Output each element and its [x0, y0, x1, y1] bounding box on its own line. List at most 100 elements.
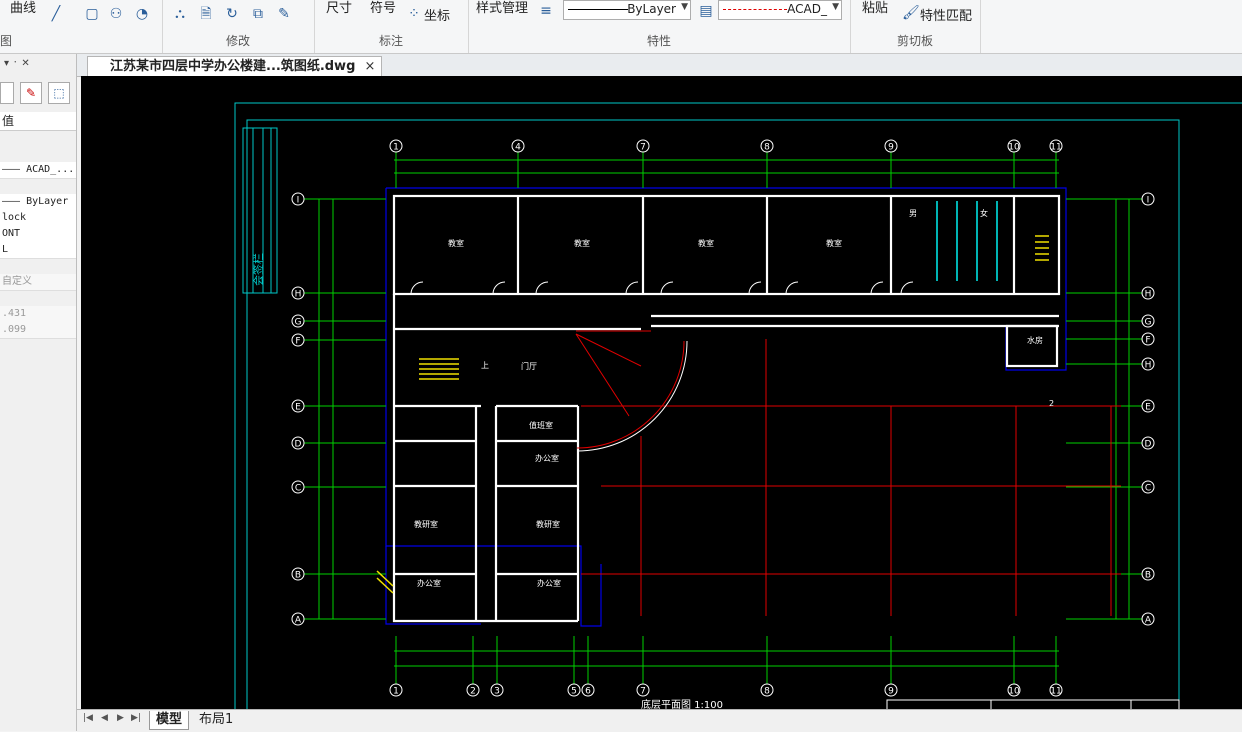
symbol-button[interactable]: 符号 [370, 0, 396, 16]
axis-top-4: 4 [511, 139, 525, 153]
lineweight-icon[interactable]: ▤ [698, 3, 714, 19]
svg-text:7: 7 [640, 143, 646, 153]
dimension-button[interactable]: 尺寸 [326, 0, 352, 16]
rectangle-icon[interactable]: ▢ [84, 6, 100, 22]
ribbon-group-title-modify: 修改 [225, 34, 250, 48]
quick-select-button[interactable]: ✎ [20, 82, 42, 104]
ribbon-group-annotate: 尺寸 符号 ⁘ 坐标 标注 [314, 0, 469, 53]
axis-bottom-2: 2 [466, 683, 480, 697]
panel-pin-controls[interactable]: ▾ ᛫ ✕ [4, 58, 30, 69]
layer-linetype-dropdown[interactable]: ACAD_ ▼ [718, 0, 842, 20]
stair-up-label: 上 [481, 361, 489, 370]
style-manager-button[interactable]: 样式管理 [476, 0, 528, 16]
axis-left-B: B [291, 567, 305, 581]
list-icon[interactable]: ≡ [538, 3, 554, 19]
panel-row-custom[interactable]: 自定义 [0, 274, 76, 291]
axis-top-9: 9 [884, 139, 898, 153]
curve-button[interactable]: 曲线 [10, 0, 36, 16]
axis-bottom-9: 9 [884, 683, 898, 697]
prev-layout-icon[interactable]: ◀ [101, 713, 108, 723]
axis-left-F: F [291, 333, 305, 347]
rotate-icon[interactable]: ↻ [224, 6, 240, 22]
panel-row-l[interactable]: L [0, 242, 76, 259]
axis-bottom-11: 11 [1049, 683, 1063, 697]
axis-top-8: 8 [760, 139, 774, 153]
svg-text:H: H [1145, 290, 1152, 300]
room-office-3: 办公室 [537, 578, 561, 588]
stairs [376, 235, 1049, 594]
stretch-icon[interactable]: ⛬ [172, 6, 188, 22]
room-classroom-4: 教室 [826, 238, 842, 248]
svg-text:G: G [1145, 318, 1152, 328]
floor-plan-drawing[interactable]: 会签栏 教室 教室 教室 教室 门厅 值班室 办公室 教研室 教研室 办公室 办… [81, 76, 1242, 709]
svg-text:2: 2 [470, 687, 476, 697]
axis-right-G-2: G [1141, 314, 1155, 328]
tab-layout1[interactable]: 布局1 [193, 711, 239, 729]
panel-dropdown[interactable] [0, 82, 14, 104]
coordinate-icon: ⁘ [408, 6, 420, 22]
axis-bottom-8: 8 [760, 683, 774, 697]
room-duty: 值班室 [529, 420, 553, 430]
svg-text:11: 11 [1050, 143, 1061, 153]
ribbon-group-clipboard: 粘贴 🖌 特性匹配 剪切板 [850, 0, 981, 53]
tab-model[interactable]: 模型 [149, 711, 190, 730]
axis-right-B-8: B [1141, 567, 1155, 581]
chevron-down-icon: ▼ [681, 2, 688, 12]
title-block [886, 699, 1180, 709]
svg-text:10: 10 [1008, 687, 1020, 697]
last-layout-icon[interactable]: ▶| [131, 713, 141, 723]
document-tab[interactable]: 江苏某市四层中学办公楼建...筑图纸.dwg × [87, 56, 383, 77]
next-layout-icon[interactable]: ▶ [117, 713, 124, 723]
svg-text:B: B [1145, 571, 1151, 581]
axis-left-D: D [291, 436, 305, 450]
axis-right-H-4: H [1141, 357, 1155, 371]
panel-row-font[interactable]: ONT [0, 226, 76, 243]
axis-right-C-7: C [1141, 480, 1155, 494]
room-classroom-1: 教室 [448, 238, 464, 248]
select-objects-button[interactable]: ⬚ [48, 82, 70, 104]
panel-row-linetype[interactable]: ——— ACAD_... [0, 162, 76, 179]
ribbon-group-title-draw: 图 [0, 34, 13, 48]
line-icon[interactable]: ╱ [48, 6, 64, 22]
axis-top-10: 10 [1007, 139, 1021, 153]
document-icon[interactable]: 🗎 [198, 6, 214, 22]
dashed-linetype-sample [723, 9, 787, 10]
svg-text:D: D [295, 440, 302, 450]
svg-text:I: I [1147, 196, 1150, 206]
svg-text:1: 1 [393, 143, 399, 153]
group-icon[interactable]: ⚇ [108, 6, 124, 22]
svg-text:1: 1 [393, 687, 399, 697]
walls [392, 194, 1061, 623]
axis-top-1: 1 [389, 139, 403, 153]
edit-icon[interactable]: ✎ [276, 6, 292, 22]
document-tab-title: 江苏某市四层中学办公楼建...筑图纸.dwg [110, 59, 356, 74]
match-properties-button[interactable]: 特性匹配 [920, 5, 972, 24]
svg-text:D: D [1145, 440, 1152, 450]
panel-row-value-b: .099 [0, 322, 76, 339]
linetype-dropdown[interactable]: ByLayer ▼ [563, 0, 691, 20]
paste-button[interactable]: 粘贴 [862, 0, 888, 16]
region-icon[interactable]: ◔ [134, 6, 150, 22]
ribbon-group-modify: ⛬ 🗎 ↻ ⧉ ✎ 修改 [162, 0, 315, 53]
blue-outline [385, 187, 1067, 627]
svg-text:F: F [1145, 336, 1150, 346]
svg-text:9: 9 [888, 143, 894, 153]
axes-right: I H GF H E D C B A [1141, 192, 1155, 626]
coordinate-button[interactable]: 坐标 [424, 5, 450, 24]
svg-text:4: 4 [515, 143, 521, 153]
copy-icon[interactable]: ⧉ [250, 6, 266, 22]
svg-text:A: A [295, 616, 302, 626]
drawing-canvas[interactable]: 会签栏 教室 教室 教室 教室 门厅 值班室 办公室 教研室 教研室 办公室 办… [81, 76, 1242, 709]
first-layout-icon[interactable]: |◀ [83, 713, 93, 723]
svg-text:H: H [1145, 361, 1152, 371]
panel-row-lineweight[interactable]: ——— ByLayer [0, 194, 76, 211]
panel-row-block[interactable]: lock [0, 210, 76, 227]
axis-right-D-6: D [1141, 436, 1155, 450]
layer-linetype-value: ACAD_ [787, 2, 827, 16]
room-classroom-2: 教室 [574, 238, 590, 248]
axis-left-H: H [291, 286, 305, 300]
ribbon-group-title-properties: 特性 [646, 34, 671, 48]
svg-text:6: 6 [585, 687, 591, 697]
close-tab-icon[interactable]: × [364, 57, 375, 77]
axis-right-F-3: F [1141, 332, 1155, 346]
